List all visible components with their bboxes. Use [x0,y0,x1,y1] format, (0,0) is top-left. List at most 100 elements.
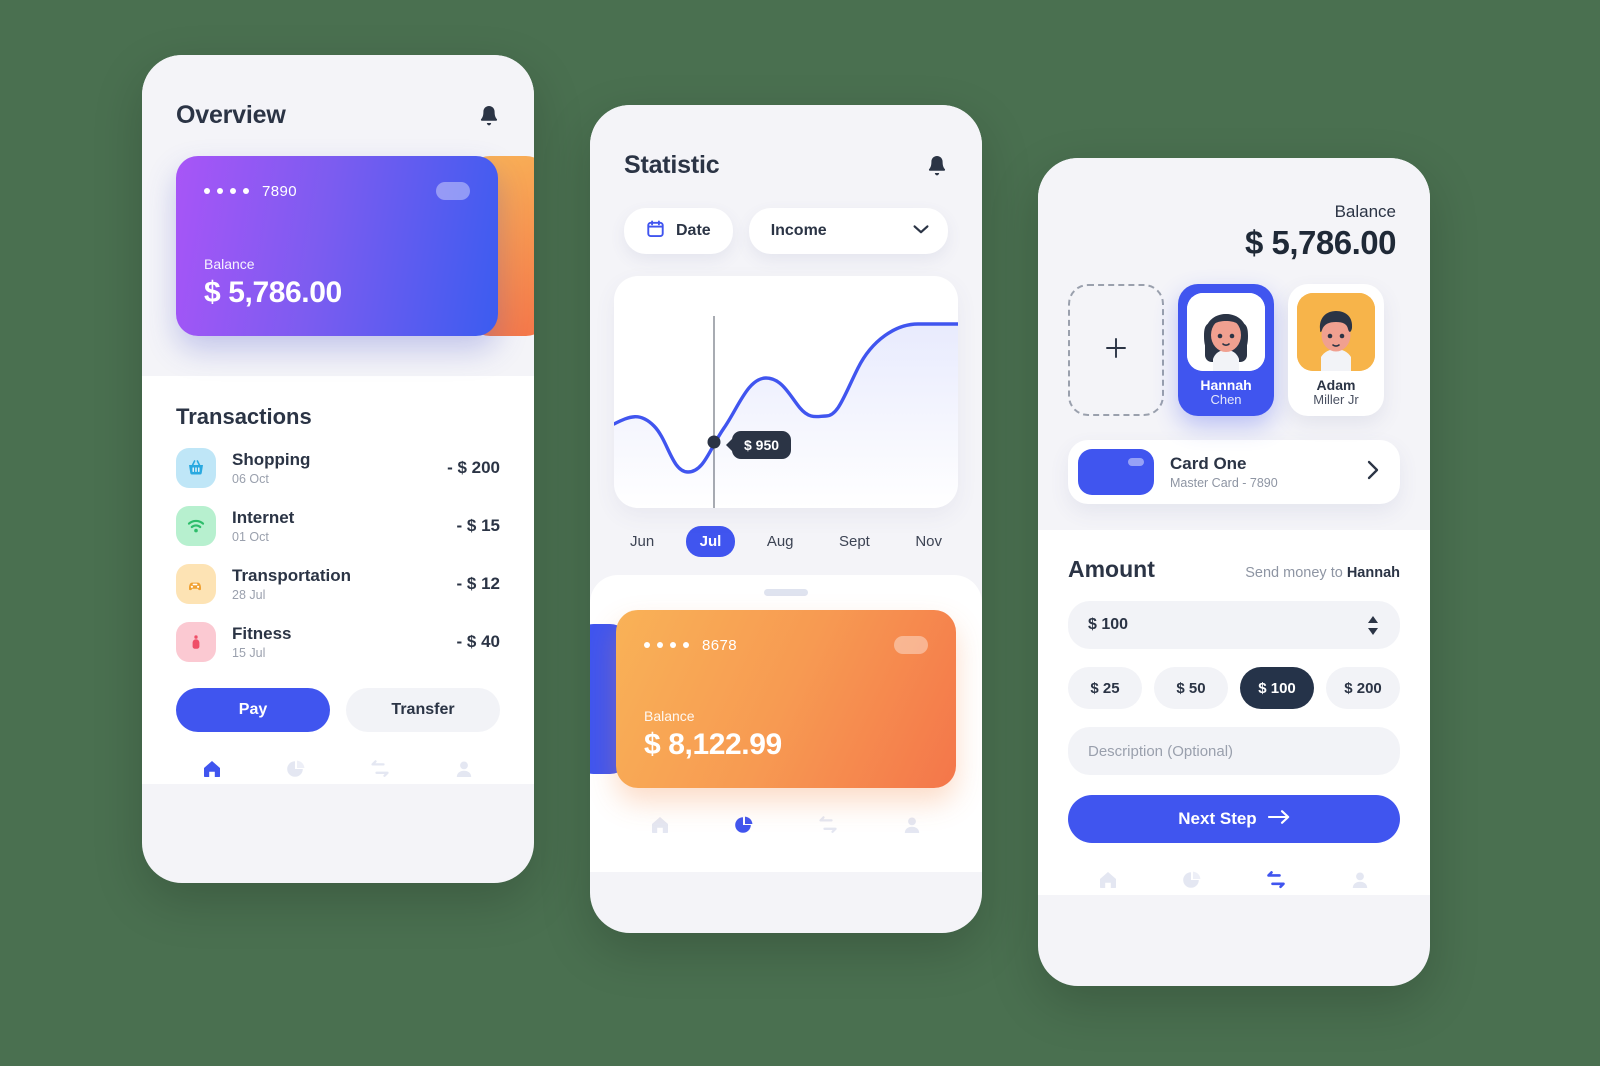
card-top-row: 8678 [644,636,928,654]
dumbbell-icon [176,622,216,662]
nav-item-statistics[interactable] [727,810,761,840]
tab-aug[interactable]: Aug [753,526,808,557]
transaction-amount: - $ 15 [456,516,500,535]
phone-transfer: Balance $ 5,786.00 Hannah Chen Adam Mill… [1038,158,1430,986]
amount-chip-25[interactable]: $ 25 [1068,667,1142,709]
nav-item-transfer[interactable] [363,754,397,784]
wifi-icon [176,506,216,546]
nav-item-profile[interactable] [895,810,929,840]
phone-overview: Overview 7890 Balance $ 5,786.00 Transac… [142,55,534,883]
mockup-stage: Overview 7890 Balance $ 5,786.00 Transac… [0,0,1600,1066]
bottom-nav [142,732,534,784]
tab-sept[interactable]: Sept [825,526,884,557]
recipient-hannah[interactable]: Hannah Chen [1178,284,1274,416]
transaction-date: 28 Jul [232,588,266,603]
amount-value: $ 100 [1088,616,1129,633]
nav-item-home[interactable] [643,810,677,840]
date-filter-button[interactable]: Date [624,208,733,254]
page-title: Overview [176,101,286,129]
month-tabs: Jun Jul Aug Sept Nov [590,508,982,557]
description-input[interactable] [1068,727,1400,775]
basket-icon [176,448,216,488]
recipient-first-name: Hannah [1200,376,1252,393]
nav-item-home[interactable] [1091,865,1125,895]
stepper-updown-icon[interactable] [1366,615,1380,636]
plus-icon [1103,335,1129,366]
transactions-section: Transactions Shopping 06 Oct - $ 200 Int… [142,376,534,662]
overview-header: Overview [142,55,534,130]
next-step-label: Next Step [1178,809,1257,828]
income-filter-select[interactable]: Income [748,208,948,254]
card-balance-label: Balance [204,256,255,272]
payment-card-orange[interactable]: 8678 Balance $ 8,122.99 [616,610,956,788]
transfer-button[interactable]: Transfer [346,688,500,732]
sheet-drag-handle[interactable] [764,589,808,596]
statistic-header: Statistic [590,105,982,180]
chart-canvas [614,316,958,508]
bottom-nav [590,788,982,840]
nav-item-profile[interactable] [1343,865,1377,895]
overview-top-section: Overview 7890 Balance $ 5,786.00 [142,55,534,376]
amount-chip-50[interactable]: $ 50 [1154,667,1228,709]
page-title: Statistic [624,151,720,179]
transaction-info: Fitness 15 Jul [232,624,457,660]
nav-item-profile[interactable] [447,754,481,784]
transaction-amount: - $ 40 [456,632,500,651]
chevron-right-icon [1366,459,1380,486]
transaction-info: Shopping 06 Oct [232,450,447,486]
action-buttons: Pay Transfer [142,680,534,732]
pay-button[interactable]: Pay [176,688,330,732]
payment-card-primary[interactable]: 7890 Balance $ 5,786.00 [176,156,498,336]
card-mask-dots [644,642,689,648]
sheet-card-carousel: 8678 Balance $ 8,122.99 [590,610,982,788]
balance-label: Balance [1334,202,1396,221]
chart-filters: Date Income [590,180,982,254]
transaction-name: Transportation [232,565,352,585]
table-row[interactable]: Transportation 28 Jul - $ 12 [176,564,500,604]
card-mask-dots [204,188,249,194]
tab-nov[interactable]: Nov [901,526,956,557]
table-row[interactable]: Shopping 06 Oct - $ 200 [176,448,500,488]
add-recipient-button[interactable] [1068,284,1164,416]
send-to-prefix: Send money to [1245,565,1347,581]
card-last4: 8678 [702,636,737,654]
bell-icon[interactable] [926,154,948,178]
tab-jun[interactable]: Jun [616,526,668,557]
card-balance-label: Balance [644,708,695,724]
amount-chip-200[interactable]: $ 200 [1326,667,1400,709]
card-chip-icon [894,636,928,654]
card-name: Card One [1170,454,1247,474]
chart-area-fill [614,324,958,508]
bottom-nav [1038,843,1430,895]
nav-item-home[interactable] [195,754,229,784]
card-balance-amount: $ 8,122.99 [644,728,782,761]
tab-jul[interactable]: Jul [685,526,736,557]
card-selector[interactable]: Card One Master Card - 7890 [1068,440,1400,504]
send-to-text: Send money to Hannah [1245,565,1400,581]
card-balance-amount: $ 5,786.00 [204,276,342,309]
income-chart[interactable]: $ 950 [614,276,958,508]
transaction-amount: - $ 12 [456,574,500,593]
next-step-button[interactable]: Next Step [1068,795,1400,843]
transaction-info: Transportation 28 Jul [232,566,457,602]
table-row[interactable]: Fitness 15 Jul - $ 40 [176,622,500,662]
card-last4: 7890 [262,182,297,200]
nav-item-transfer[interactable] [811,810,845,840]
nav-item-statistics[interactable] [1175,865,1209,895]
car-icon [176,564,216,604]
amount-chip-100[interactable]: $ 100 [1240,667,1314,709]
avatar [1297,293,1375,371]
table-row[interactable]: Internet 01 Oct - $ 15 [176,506,500,546]
income-filter-label: Income [770,222,827,239]
avatar [1187,293,1265,371]
bell-icon[interactable] [478,104,500,128]
amount-stepper-field[interactable]: $ 100 [1068,601,1400,649]
card-info: Card One Master Card - 7890 [1170,454,1366,490]
amount-header: Amount Send money to Hannah [1038,530,1430,583]
overview-bottom-section: Transactions Shopping 06 Oct - $ 200 Int… [142,376,534,784]
nav-item-transfer[interactable] [1259,865,1293,895]
transactions-title: Transactions [176,404,312,429]
nav-item-statistics[interactable] [279,754,313,784]
recipient-adam[interactable]: Adam Miller Jr [1288,284,1384,416]
card-sheet: 8678 Balance $ 8,122.99 [590,575,982,872]
